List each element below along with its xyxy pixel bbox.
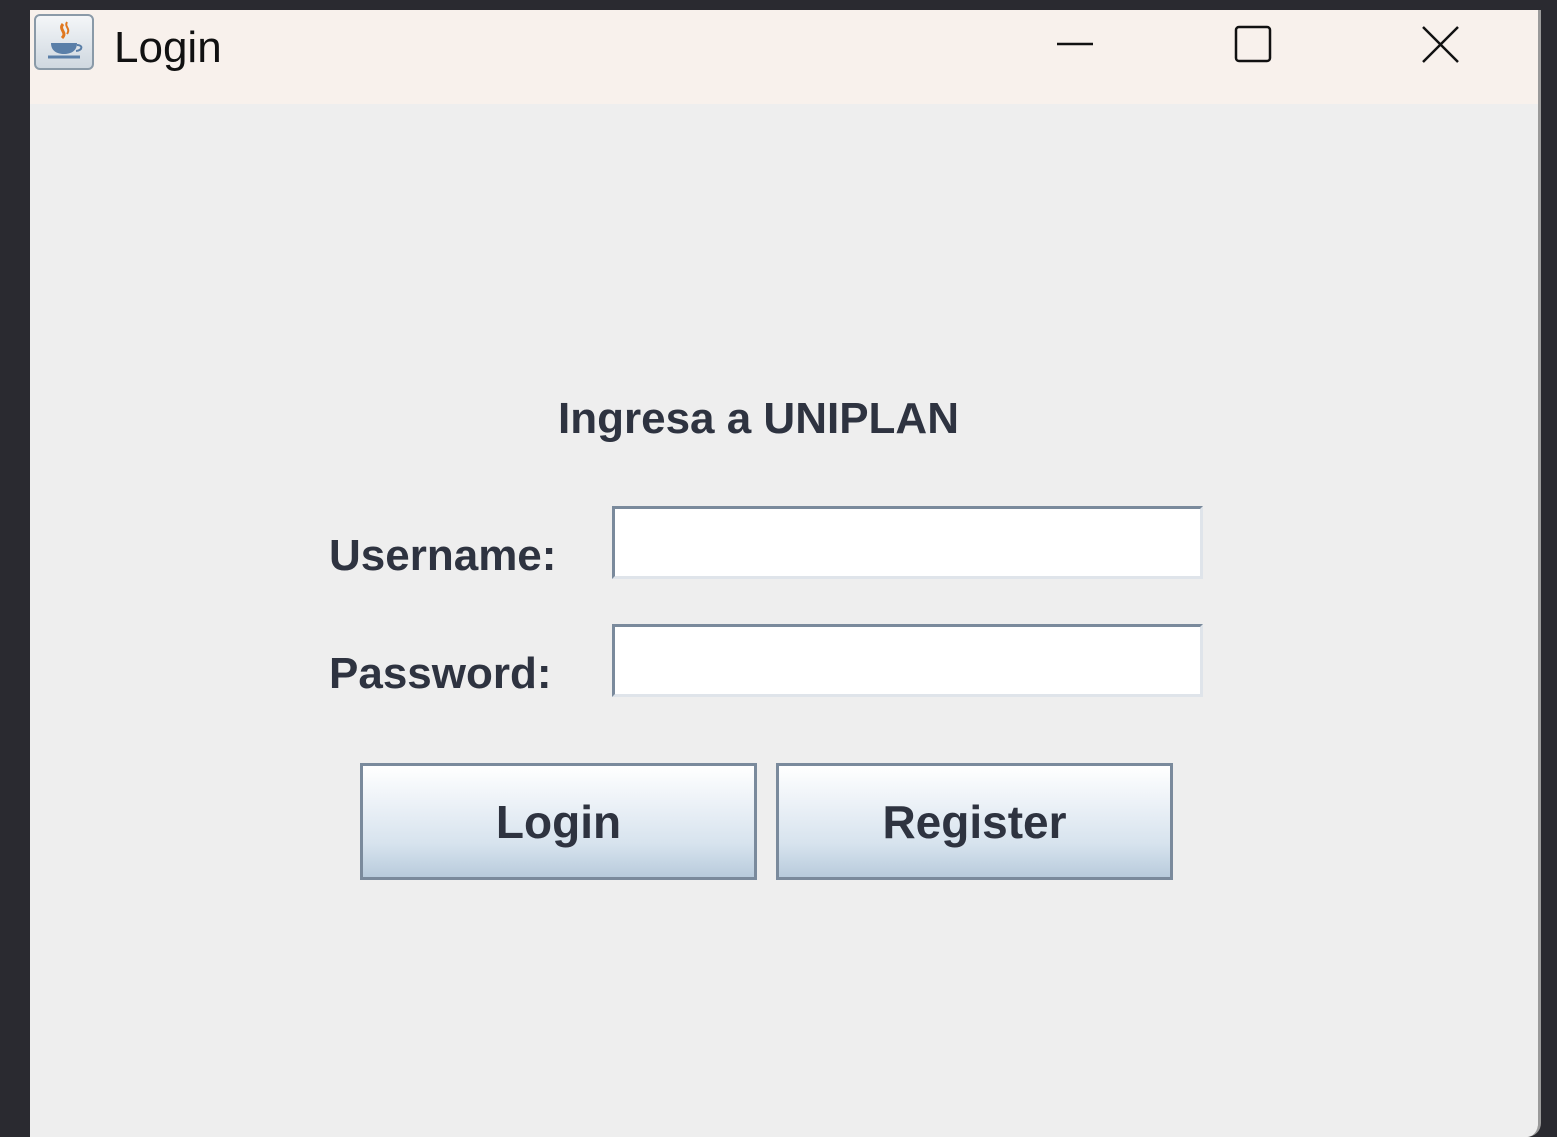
maximize-icon bbox=[1234, 25, 1272, 63]
title-bar[interactable]: Login bbox=[30, 10, 1538, 104]
login-window: Login Ingresa a UNIPLAN Username: Passwo… bbox=[30, 10, 1541, 1137]
username-input[interactable] bbox=[612, 506, 1203, 579]
minimize-icon bbox=[1057, 42, 1093, 46]
close-icon bbox=[1422, 26, 1459, 63]
java-icon bbox=[34, 14, 94, 70]
close-button[interactable] bbox=[1386, 10, 1496, 90]
minimize-button[interactable] bbox=[1020, 10, 1130, 90]
login-panel: Ingresa a UNIPLAN Username: Password: Lo… bbox=[30, 104, 1538, 1137]
username-label: Username: bbox=[329, 531, 557, 580]
register-button[interactable]: Register bbox=[776, 763, 1173, 880]
password-input[interactable] bbox=[612, 624, 1203, 697]
window-title: Login bbox=[114, 23, 222, 72]
maximize-button[interactable] bbox=[1200, 10, 1310, 90]
login-button[interactable]: Login bbox=[360, 763, 757, 880]
password-label: Password: bbox=[329, 649, 552, 698]
form-heading: Ingresa a UNIPLAN bbox=[558, 394, 959, 443]
